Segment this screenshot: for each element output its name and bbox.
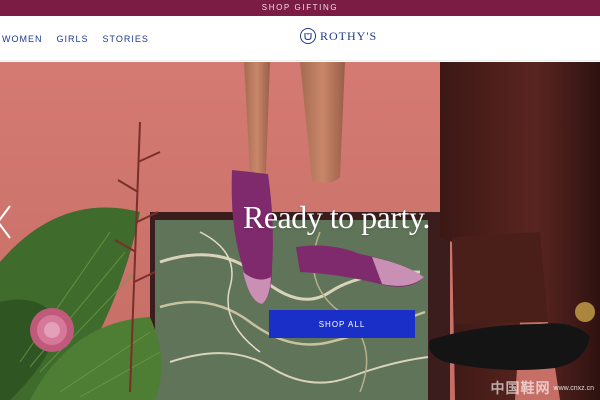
nav-link-stories[interactable]: STORIES — [103, 34, 149, 44]
nav-link-women[interactable]: WOMEN — [2, 34, 43, 44]
watermark-text: 中国鞋网 — [490, 380, 551, 396]
brand-logo[interactable]: ROTHY'S — [300, 28, 377, 44]
watermark-url: www.cnxz.cn — [553, 384, 594, 392]
promo-label[interactable]: SHOP GIFTING — [262, 3, 338, 12]
watermark: 中国鞋网 www.cnxz.cn — [491, 378, 594, 398]
brand-name: ROTHY'S — [320, 28, 378, 43]
nav-links: WOMEN GIRLS STORIES — [2, 16, 149, 61]
nav-link-girls[interactable]: GIRLS — [57, 34, 89, 44]
chevron-left-icon[interactable] — [0, 202, 14, 242]
shoe-logo-icon — [300, 28, 316, 44]
shop-all-button[interactable]: SHOP ALL — [269, 310, 415, 338]
hero-banner: Ready to party. 中国鞋网 www.cnxz.cn — [0, 62, 600, 400]
top-nav: WOMEN GIRLS STORIES ROTHY'S — [0, 16, 600, 61]
promo-bar[interactable]: SHOP GIFTING — [0, 0, 600, 16]
hero-headline: Ready to party. — [243, 199, 430, 235]
